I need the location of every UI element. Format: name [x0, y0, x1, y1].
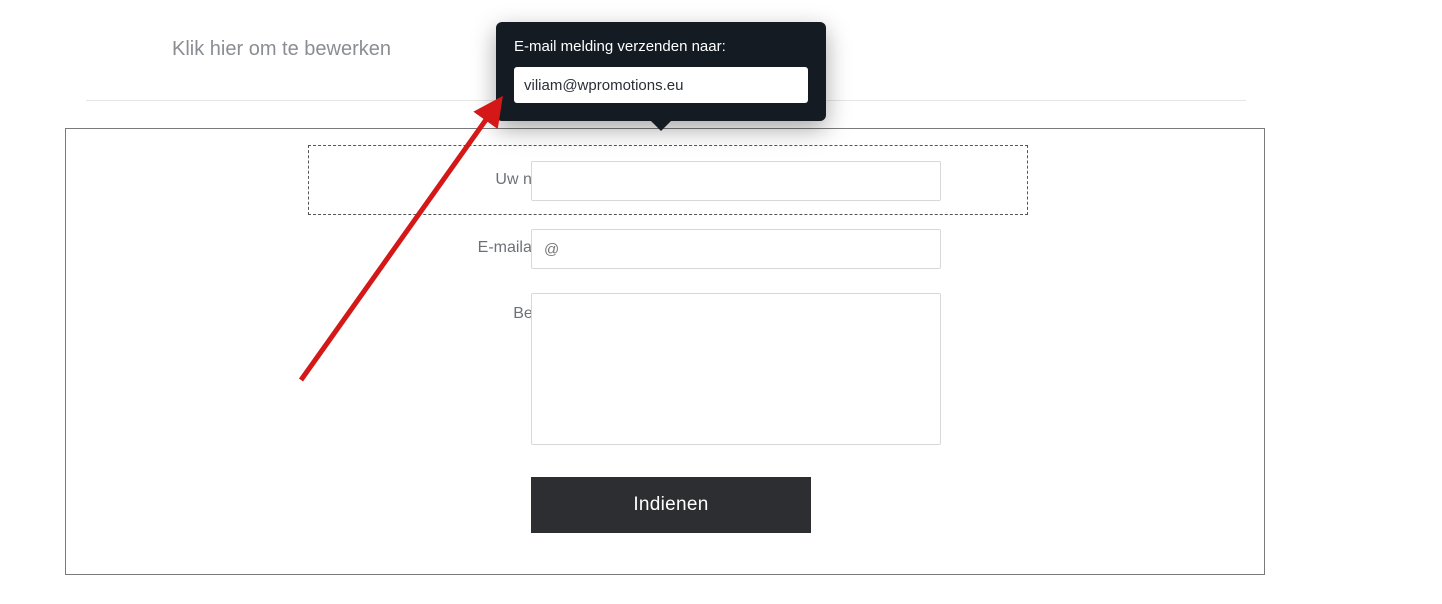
email-label: E-mailadres — [343, 239, 563, 257]
email-input[interactable] — [531, 229, 941, 269]
popover-arrow-icon — [650, 120, 672, 131]
page-edit-placeholder[interactable]: Klik hier om te bewerken — [172, 38, 391, 61]
email-notify-popover: E-mail melding verzenden naar: — [496, 22, 826, 121]
name-input[interactable] — [531, 161, 941, 201]
message-label: Bericht — [343, 305, 563, 323]
email-notify-input[interactable] — [514, 67, 808, 103]
email-notify-title: E-mail melding verzenden naar: — [514, 38, 808, 55]
name-label: Uw naam — [343, 171, 563, 189]
submit-button[interactable]: Indienen — [531, 477, 811, 533]
contact-form-panel: Uw naam E-mailadres Bericht Indienen — [65, 128, 1265, 575]
message-textarea[interactable] — [531, 293, 941, 445]
